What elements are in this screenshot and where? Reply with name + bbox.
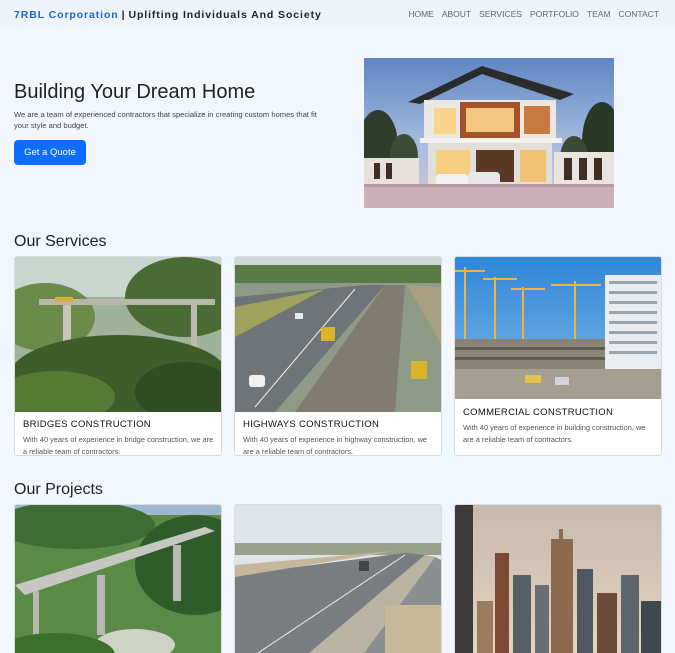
service-card-text: With 40 years of experience in highway c… — [243, 435, 428, 456]
city-skyline-project-image — [455, 505, 661, 653]
navbar: 7RBL Corporation | Uplifting Individuals A… — [0, 0, 675, 28]
brand-tagline: Uplifting Individuals And Society — [128, 9, 322, 21]
project-card[interactable] — [14, 504, 222, 653]
brand[interactable]: 7RBL Corporation | Uplifting Individuals A… — [14, 9, 322, 21]
services-title: Our Services — [14, 233, 107, 250]
service-card-text: With 40 years of experience in bridge co… — [23, 435, 214, 456]
bridge-construction-image — [15, 257, 221, 412]
service-card-title: HIGHWAYS CONSTRUCTION — [243, 419, 380, 430]
brand-name[interactable]: 7RBL Corporation — [14, 9, 119, 21]
hero-house-image — [364, 58, 614, 208]
highway-construction-image — [235, 257, 441, 412]
service-card-title: COMMERCIAL CONSTRUCTION — [463, 407, 614, 418]
hero-description: We are a team of experienced contractors… — [14, 110, 317, 130]
nav-item-contact[interactable]: CONTACT — [619, 9, 659, 19]
brand-separator: | — [121, 9, 126, 21]
commercial-construction-image — [455, 257, 661, 399]
project-card[interactable] — [234, 504, 442, 653]
nav-item-home[interactable]: HOME — [408, 9, 434, 19]
service-card-commercial[interactable]: COMMERCIAL CONSTRUCTION With 40 years of… — [454, 256, 662, 456]
highway-project-image — [235, 505, 441, 653]
nav-item-services[interactable]: SERVICES — [479, 9, 522, 19]
projects-title: Our Projects — [14, 481, 103, 498]
nav-item-portfolio[interactable]: PORTFOLIO — [530, 9, 579, 19]
service-card-title: BRIDGES CONSTRUCTION — [23, 419, 151, 430]
get-quote-button[interactable]: Get a Quote — [14, 140, 86, 165]
nav-menu: HOME ABOUT SERVICES PORTFOLIO TEAM CONTA… — [408, 9, 659, 19]
elevated-bridge-project-image — [15, 505, 221, 653]
nav-item-about[interactable]: ABOUT — [442, 9, 471, 19]
project-card[interactable] — [454, 504, 662, 653]
hero-title: Building Your Dream Home — [14, 81, 256, 103]
service-card-highways[interactable]: HIGHWAYS CONSTRUCTION With 40 years of e… — [234, 256, 442, 456]
service-card-bridges[interactable]: BRIDGES CONSTRUCTION With 40 years of ex… — [14, 256, 222, 456]
nav-item-team[interactable]: TEAM — [587, 9, 611, 19]
service-card-text: With 40 years of experience in building … — [463, 423, 646, 444]
